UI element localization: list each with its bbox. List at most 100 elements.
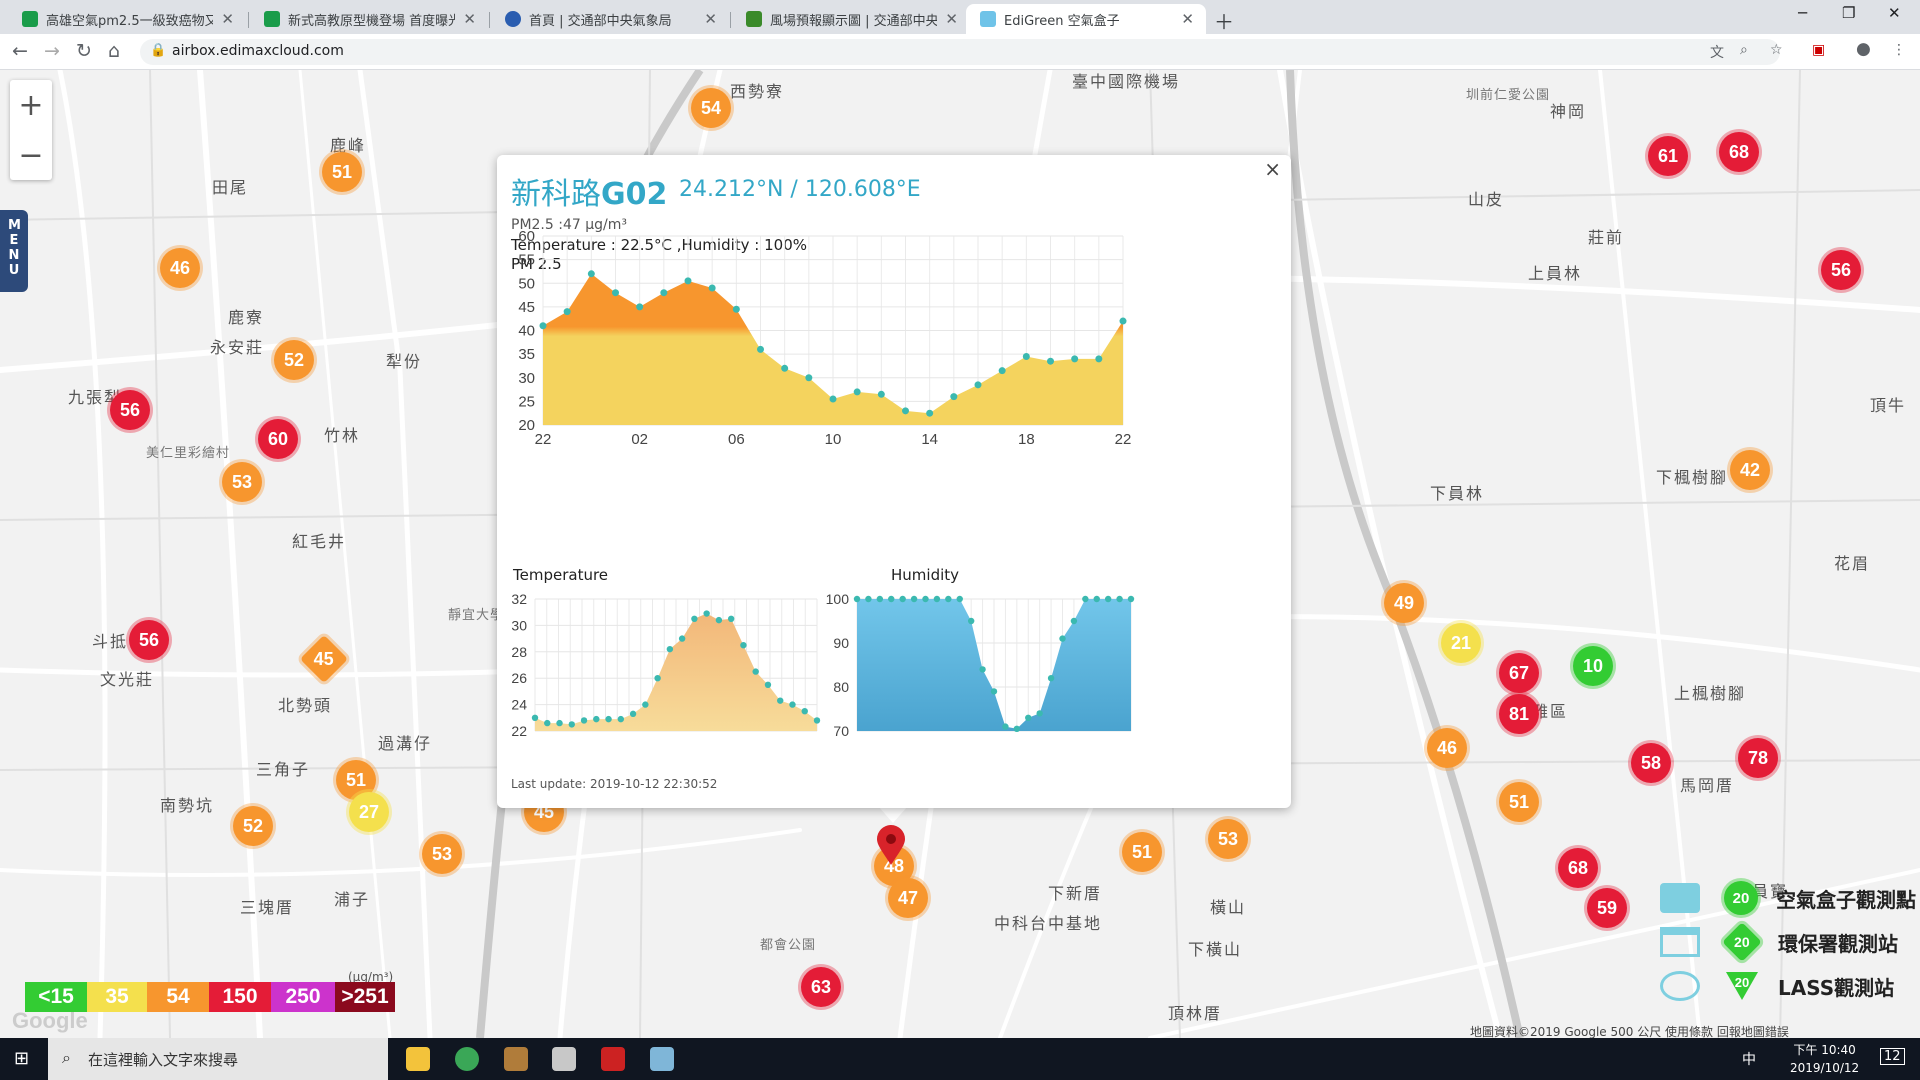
tab-5-active[interactable]: EdiGreen 空氣盒子 ✕ <box>966 4 1206 34</box>
data-point <box>1119 317 1127 325</box>
building-icon <box>1660 927 1700 957</box>
lass-signal-icon <box>1660 971 1700 1001</box>
legend-airbox-marker: 20 <box>1724 881 1758 915</box>
pm-marker[interactable]: 47 <box>888 878 928 918</box>
map-pin-icon[interactable] <box>876 825 906 867</box>
pm-marker[interactable]: 63 <box>801 967 841 1007</box>
star-icon[interactable]: ☆ <box>1770 42 1783 58</box>
pm-marker[interactable]: 53 <box>1208 819 1248 859</box>
profile-icon[interactable]: ● <box>1856 39 1871 59</box>
pm-marker[interactable]: 51 <box>1499 782 1539 822</box>
pm-marker[interactable]: 81 <box>1499 694 1539 734</box>
place-label: 下新厝 <box>1048 884 1103 903</box>
windows-start-icon[interactable]: ⊞ <box>14 1050 32 1068</box>
restore-icon[interactable]: ❐ <box>1842 4 1855 22</box>
pm-marker[interactable]: 56 <box>129 620 169 660</box>
pm-marker[interactable]: 58 <box>1631 743 1671 783</box>
close-icon[interactable]: ✕ <box>463 10 476 28</box>
app-icon[interactable] <box>650 1047 674 1071</box>
y-tick-label: 35 <box>518 346 535 363</box>
translate-icon[interactable]: 文 <box>1710 42 1724 62</box>
place-label: 下橫山 <box>1188 940 1243 959</box>
pm-marker[interactable]: 68 <box>1719 132 1759 172</box>
tab-3[interactable]: 首頁 | 交通部中央氣象局 ✕ <box>491 4 729 34</box>
scale-yellow: 35 <box>87 982 147 1012</box>
tab-4[interactable]: 風場預報顯示圖 | 交通部中央氣… ✕ <box>732 4 970 34</box>
tab-2[interactable]: 新式高教原型機登場 首度曝光 (新… ✕ <box>250 4 488 34</box>
pm-marker[interactable]: 46 <box>160 248 200 288</box>
pm-marker[interactable]: 27 <box>349 792 389 832</box>
pm-marker[interactable]: 78 <box>1738 738 1778 778</box>
pm-marker[interactable]: 51 <box>322 152 362 192</box>
map-attribution[interactable]: 地圖資料©2019 Google 500 公尺 使用條款 回報地圖錯誤 <box>1470 1023 1789 1038</box>
scale-maroon: >251 <box>335 982 395 1012</box>
close-icon[interactable]: ✕ <box>221 10 234 28</box>
notification-icon[interactable]: 12 <box>1880 1048 1905 1065</box>
pm-marker[interactable]: 53 <box>422 834 462 874</box>
y-tick-label: 30 <box>511 617 527 633</box>
zoom-in-plus-icon[interactable]: + <box>10 80 52 130</box>
data-point <box>979 666 986 673</box>
data-point <box>1082 595 1089 603</box>
data-point <box>1093 595 1100 603</box>
pm-marker[interactable]: 10 <box>1573 646 1613 686</box>
menu-tab-button[interactable]: MENU <box>0 210 28 292</box>
ime-indicator[interactable]: 中 <box>1742 1049 1756 1069</box>
pm-marker[interactable]: 46 <box>1427 728 1467 768</box>
new-tab-plus-icon[interactable]: ＋ <box>1214 6 1234 35</box>
url-text[interactable]: airbox.edimaxcloud.com <box>172 43 344 59</box>
pm-marker[interactable]: 61 <box>1648 136 1688 176</box>
data-point <box>777 697 784 704</box>
extension-icon[interactable]: ▣ <box>1812 42 1825 58</box>
home-icon[interactable]: ⌂ <box>108 40 120 62</box>
pm-marker[interactable]: 52 <box>274 340 314 380</box>
pm-marker[interactable]: 21 <box>1441 623 1481 663</box>
menu-kebab-icon[interactable]: ⋮ <box>1892 42 1906 58</box>
app-icon[interactable] <box>504 1047 528 1071</box>
pm-marker[interactable]: 53 <box>222 462 262 502</box>
legend-epa-row: 20 環保署觀測站 <box>1660 922 1898 962</box>
tab-1[interactable]: 高雄空氣pm2.5一級致癌物又飆… ✕ <box>8 4 246 34</box>
data-point <box>990 688 998 695</box>
pm-marker[interactable]: 56 <box>1821 250 1861 290</box>
taskbar-search[interactable]: ⌕ 在這裡輸入文字來搜尋 <box>48 1038 388 1080</box>
sheet-favicon-icon <box>264 11 280 27</box>
place-label: 美仁里彩繪村 <box>146 446 231 461</box>
reload-icon[interactable]: ↻ <box>76 40 92 62</box>
address-bar[interactable]: 🔒 airbox.edimaxcloud.com <box>140 39 1780 65</box>
close-icon[interactable]: ✕ <box>945 10 958 28</box>
file-explorer-icon[interactable] <box>406 1047 430 1071</box>
map-favicon-icon <box>746 11 762 27</box>
y-tick-label: 55 <box>518 252 535 269</box>
pm-marker[interactable]: 56 <box>110 390 150 430</box>
app-icon[interactable] <box>601 1047 625 1071</box>
data-point <box>1104 595 1112 603</box>
pm-marker[interactable]: 67 <box>1499 653 1539 693</box>
y-tick-label: 32 <box>511 591 527 607</box>
back-icon[interactable]: ← <box>12 40 28 62</box>
pm-marker[interactable]: 52 <box>233 806 273 846</box>
app-icon[interactable] <box>552 1047 576 1071</box>
close-icon[interactable]: ✕ <box>704 10 717 28</box>
data-point <box>888 595 895 603</box>
forward-icon[interactable]: → <box>44 40 60 62</box>
pm-marker[interactable]: 49 <box>1384 583 1424 623</box>
data-point <box>727 615 735 622</box>
system-clock[interactable]: 下午 10:40 2019/10/12 <box>1790 1041 1859 1077</box>
tab-title: 風場預報顯示圖 | 交通部中央氣… <box>770 13 938 29</box>
place-label: 下楓樹腳 <box>1656 468 1729 487</box>
zoom-icon[interactable]: ⌕ <box>1740 42 1748 58</box>
zoom-out-minus-icon[interactable]: − <box>10 130 52 180</box>
pm-marker[interactable]: 42 <box>1730 450 1770 490</box>
pm-marker[interactable]: 54 <box>691 88 731 128</box>
pm-marker[interactable]: 51 <box>1122 832 1162 872</box>
close-icon[interactable]: ✕ <box>1181 10 1194 28</box>
data-point <box>876 595 884 603</box>
pm-marker[interactable]: 68 <box>1558 848 1598 888</box>
data-point <box>1116 595 1123 603</box>
chrome-icon[interactable] <box>455 1047 479 1071</box>
window-close-icon[interactable]: ✕ <box>1888 4 1901 22</box>
pm-marker[interactable]: 59 <box>1587 888 1627 928</box>
minimize-icon[interactable]: ─ <box>1798 4 1807 22</box>
pm-marker[interactable]: 60 <box>258 419 298 459</box>
